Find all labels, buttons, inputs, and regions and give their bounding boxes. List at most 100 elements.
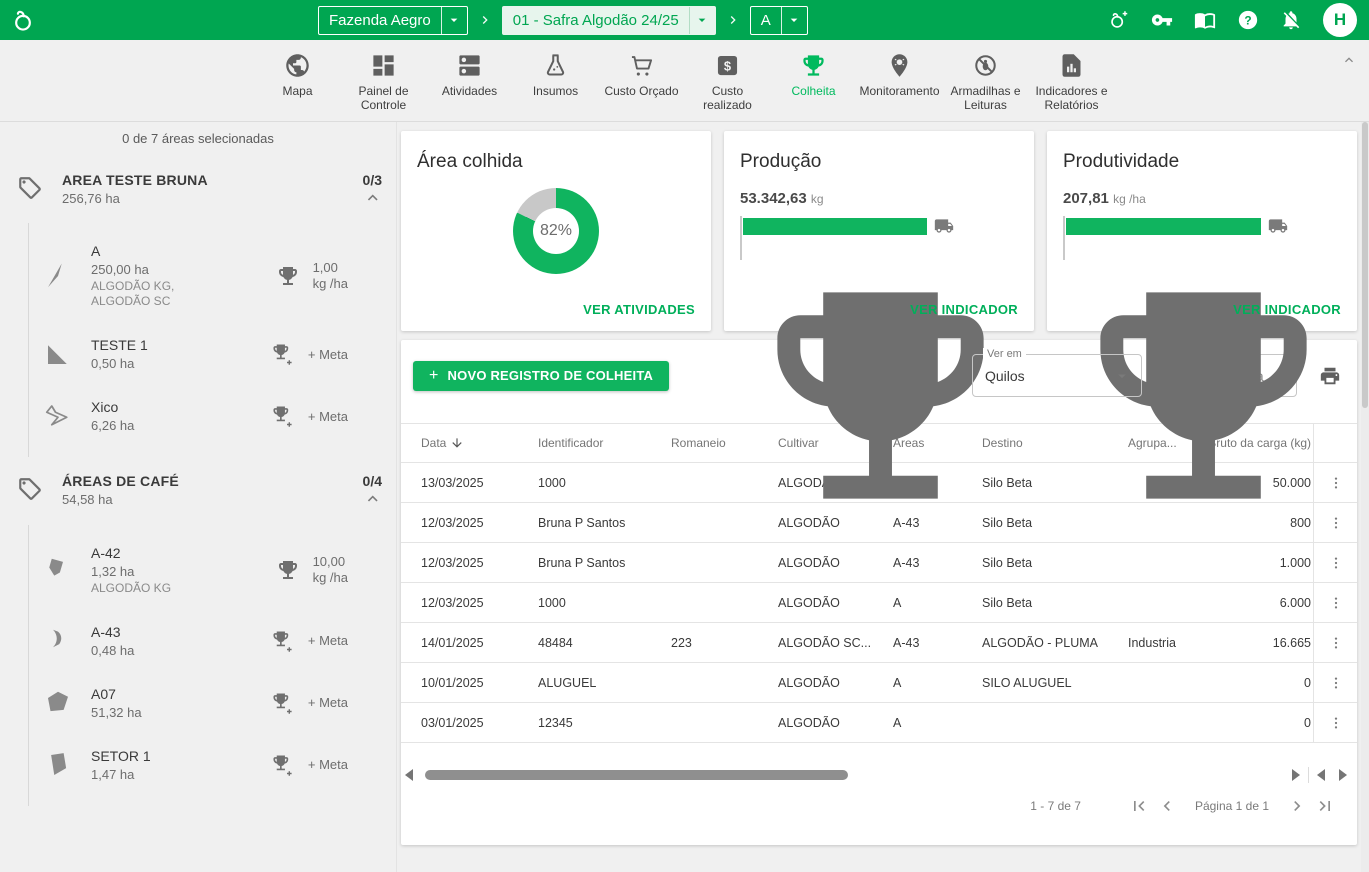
area-item-a-42[interactable]: A-421,32 haALGODÃO KG10,00 kg /ha [29,531,396,610]
trophy-add-icon[interactable] [271,404,295,428]
area-item-a-43[interactable]: A-43 0,48 ha + Meta [29,610,396,672]
nav-item-painel-de-controle[interactable]: Painel de Controle [346,52,422,112]
first-page-icon[interactable] [1129,796,1149,816]
group-area: 54,58 ha [62,492,179,507]
area-group-items: A250,00 haALGODÃO KG, ALGODÃO SC1,00 kg … [28,223,396,457]
aegro-logo-icon [10,7,36,33]
tag-icon [17,476,43,502]
area-item-setor-1[interactable]: SETOR 11,47 ha+ Meta [29,734,396,796]
nav-item-indicadores-e-relatorios[interactable]: Indicadores e Relatórios [1034,52,1110,112]
svg-text:$: $ [724,59,731,74]
area-item-teste-1[interactable]: TESTE 10,50 ha+ Meta [29,323,396,385]
report-icon [1058,52,1085,79]
book-icon[interactable] [1194,9,1216,31]
nav-item-colheita[interactable]: Colheita [776,52,852,98]
area-goal-value: 1,00 kg /ha [313,260,348,294]
scroll-left-icon[interactable] [405,769,413,781]
area-group-header[interactable]: ÁREAS DE CAFÉ54,58 ha0/4 [0,473,396,508]
notifications-off-icon[interactable] [1280,9,1302,31]
avatar[interactable]: H [1323,3,1357,37]
vertical-scrollbar-thumb[interactable] [1362,122,1368,408]
cell-data: 12/03/2025 [401,556,518,570]
production-unit: kg [811,192,824,206]
nav-item-insumos[interactable]: Insumos [518,52,594,98]
column-header-data[interactable]: Data [401,436,518,450]
trophy-add-icon[interactable] [271,753,295,777]
area-shape-icon [43,555,73,585]
nav-item-custo-orcado[interactable]: Custo Orçado [604,52,680,98]
aegro-add-icon[interactable] [1108,9,1130,31]
nav-item-armadilhas-e-leituras[interactable]: Armadilhas e Leituras [948,52,1024,112]
area-name: A-43 [91,624,134,640]
row-actions-cell [1313,543,1357,582]
chevron-down-icon[interactable] [441,7,467,34]
nav-items: MapaPainel de ControleAtividadesInsumosC… [260,40,1110,121]
cell-identificador: 48484 [518,636,651,650]
row-menu-icon[interactable] [1328,635,1344,651]
pagination-range: 1 - 7 de 7 [1030,799,1081,813]
sort-descending-icon[interactable] [450,436,464,450]
farm-select[interactable]: Fazenda Aegro [318,6,468,35]
add-goal-link[interactable]: + Meta [308,409,348,424]
area-name: A-42 [91,545,171,561]
add-goal-link[interactable]: + Meta [308,757,348,772]
trophy-add-icon[interactable] [271,691,295,715]
see-indicator-link[interactable]: VER INDICADOR [910,302,1018,317]
see-activities-link[interactable]: VER ATIVIDADES [583,302,695,317]
bar-baseline [1063,216,1065,260]
productivity-bar-fill [1066,218,1261,235]
nav-item-monitoramento[interactable]: Monitoramento [862,52,938,98]
collapse-navbar-icon[interactable] [1341,52,1357,68]
trophy-icon [800,52,827,79]
scrollbar-track[interactable] [421,769,1284,781]
new-harvest-record-button[interactable]: + NOVO REGISTRO DE COLHEITA [413,361,669,391]
cell-areas: A [873,716,962,730]
column-header-identificador: Identificador [518,436,651,450]
scroll-right-icon[interactable] [1292,769,1300,781]
row-menu-icon[interactable] [1328,675,1344,691]
add-goal-link[interactable]: + Meta [308,347,348,362]
area-name: SETOR 1 [91,748,151,764]
row-menu-icon[interactable] [1328,715,1344,731]
row-menu-icon[interactable] [1328,555,1344,571]
area-item-a07[interactable]: A0751,32 ha+ Meta [29,672,396,734]
chevron-down-icon[interactable] [689,7,715,34]
cell-identificador: Bruna P Santos [518,516,651,530]
trophy-add-icon[interactable] [271,629,295,653]
help-icon[interactable]: ? [1237,9,1259,31]
view-in-select[interactable]: Ver em Quilos [972,354,1142,397]
next-page-icon[interactable] [1287,796,1307,816]
cell-destino: ALGODÃO - PLUMA [962,636,1108,650]
nav-item-atividades[interactable]: Atividades [432,52,508,98]
previous-page-icon[interactable] [1157,796,1177,816]
cell-destino: Silo Beta [962,556,1108,570]
area-size: 0,48 ha [91,643,134,658]
area-shape-icon [43,688,73,718]
area-name: A07 [91,686,142,702]
row-menu-icon[interactable] [1328,595,1344,611]
cell-data: 03/01/2025 [401,716,518,730]
scroll-left-icon[interactable] [1317,769,1325,781]
last-page-icon[interactable] [1315,796,1335,816]
season-select[interactable]: 01 - Safra Algodão 24/25 [502,6,716,35]
add-goal-link[interactable]: + Meta [308,633,348,648]
chevron-up-icon[interactable] [363,188,382,207]
trophy-add-icon[interactable] [271,342,295,366]
area-item-xico[interactable]: Xico6,26 ha+ Meta [29,385,396,447]
plot-select[interactable]: A [750,6,808,35]
chevron-down-icon[interactable] [781,7,807,34]
bar-baseline [740,216,742,260]
area-group-header[interactable]: AREA TESTE BRUNA256,76 ha0/3 [0,172,396,207]
area-item-a[interactable]: A250,00 haALGODÃO KG, ALGODÃO SC1,00 kg … [29,229,396,323]
add-goal-link[interactable]: + Meta [308,695,348,710]
scroll-right-icon[interactable] [1339,769,1347,781]
key-icon[interactable] [1151,9,1173,31]
vertical-scrollbar[interactable] [1361,122,1369,872]
chevron-up-icon[interactable] [363,489,382,508]
nav-item-mapa[interactable]: Mapa [260,52,336,98]
chevron-down-icon [1113,367,1131,385]
scrollbar-thumb[interactable] [425,770,848,780]
productivity-value: 207,81 [1063,190,1109,207]
see-indicator-link[interactable]: VER INDICADOR [1233,302,1341,317]
nav-item-custo-realizado[interactable]: $Custo realizado [690,52,766,112]
